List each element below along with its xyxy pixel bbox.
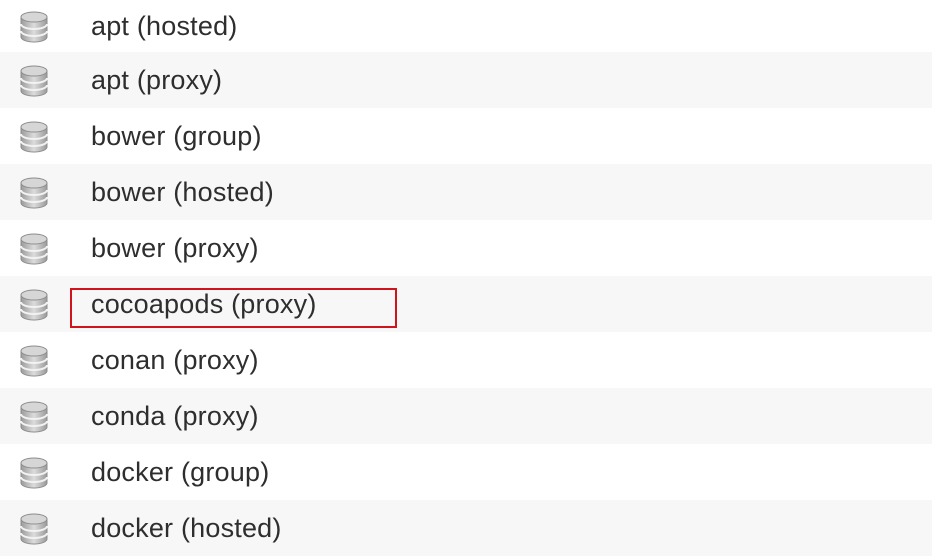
list-item[interactable]: apt (proxy) [0,52,932,108]
list-item-label: conda (proxy) [91,401,259,431]
database-icon [20,345,48,376]
list-item[interactable]: docker (hosted) [0,500,932,556]
database-icon [20,401,48,432]
list-item-label: docker (group) [91,457,270,487]
database-icon [20,121,48,152]
list-item-label: cocoapods (proxy) [91,289,317,319]
database-icon [20,65,48,96]
list-item-label: bower (hosted) [91,177,274,207]
list-item[interactable]: bower (hosted) [0,164,932,220]
database-icon [20,513,48,544]
database-icon [20,289,48,320]
list-item-label: apt (proxy) [91,65,223,95]
list-item[interactable]: bower (group) [0,108,932,164]
list-item[interactable]: bower (proxy) [0,220,932,276]
list-item[interactable]: conda (proxy) [0,388,932,444]
list-item-label: bower (group) [91,121,262,151]
list-item-label: docker (hosted) [91,513,282,543]
database-icon [20,457,48,488]
list-item-label: bower (proxy) [91,233,259,263]
repository-list: apt (hosted) apt (proxy) bower (group) b… [0,0,932,558]
database-icon [20,177,48,208]
list-item-label: apt (hosted) [91,11,238,41]
list-item[interactable]: docker (group) [0,444,932,500]
database-icon [20,233,48,264]
list-item[interactable]: cocoapods (proxy) [0,276,932,332]
list-item[interactable]: apt (hosted) [0,0,932,52]
list-item[interactable]: conan (proxy) [0,332,932,388]
list-item-label: conan (proxy) [91,345,259,375]
database-icon [20,11,48,42]
